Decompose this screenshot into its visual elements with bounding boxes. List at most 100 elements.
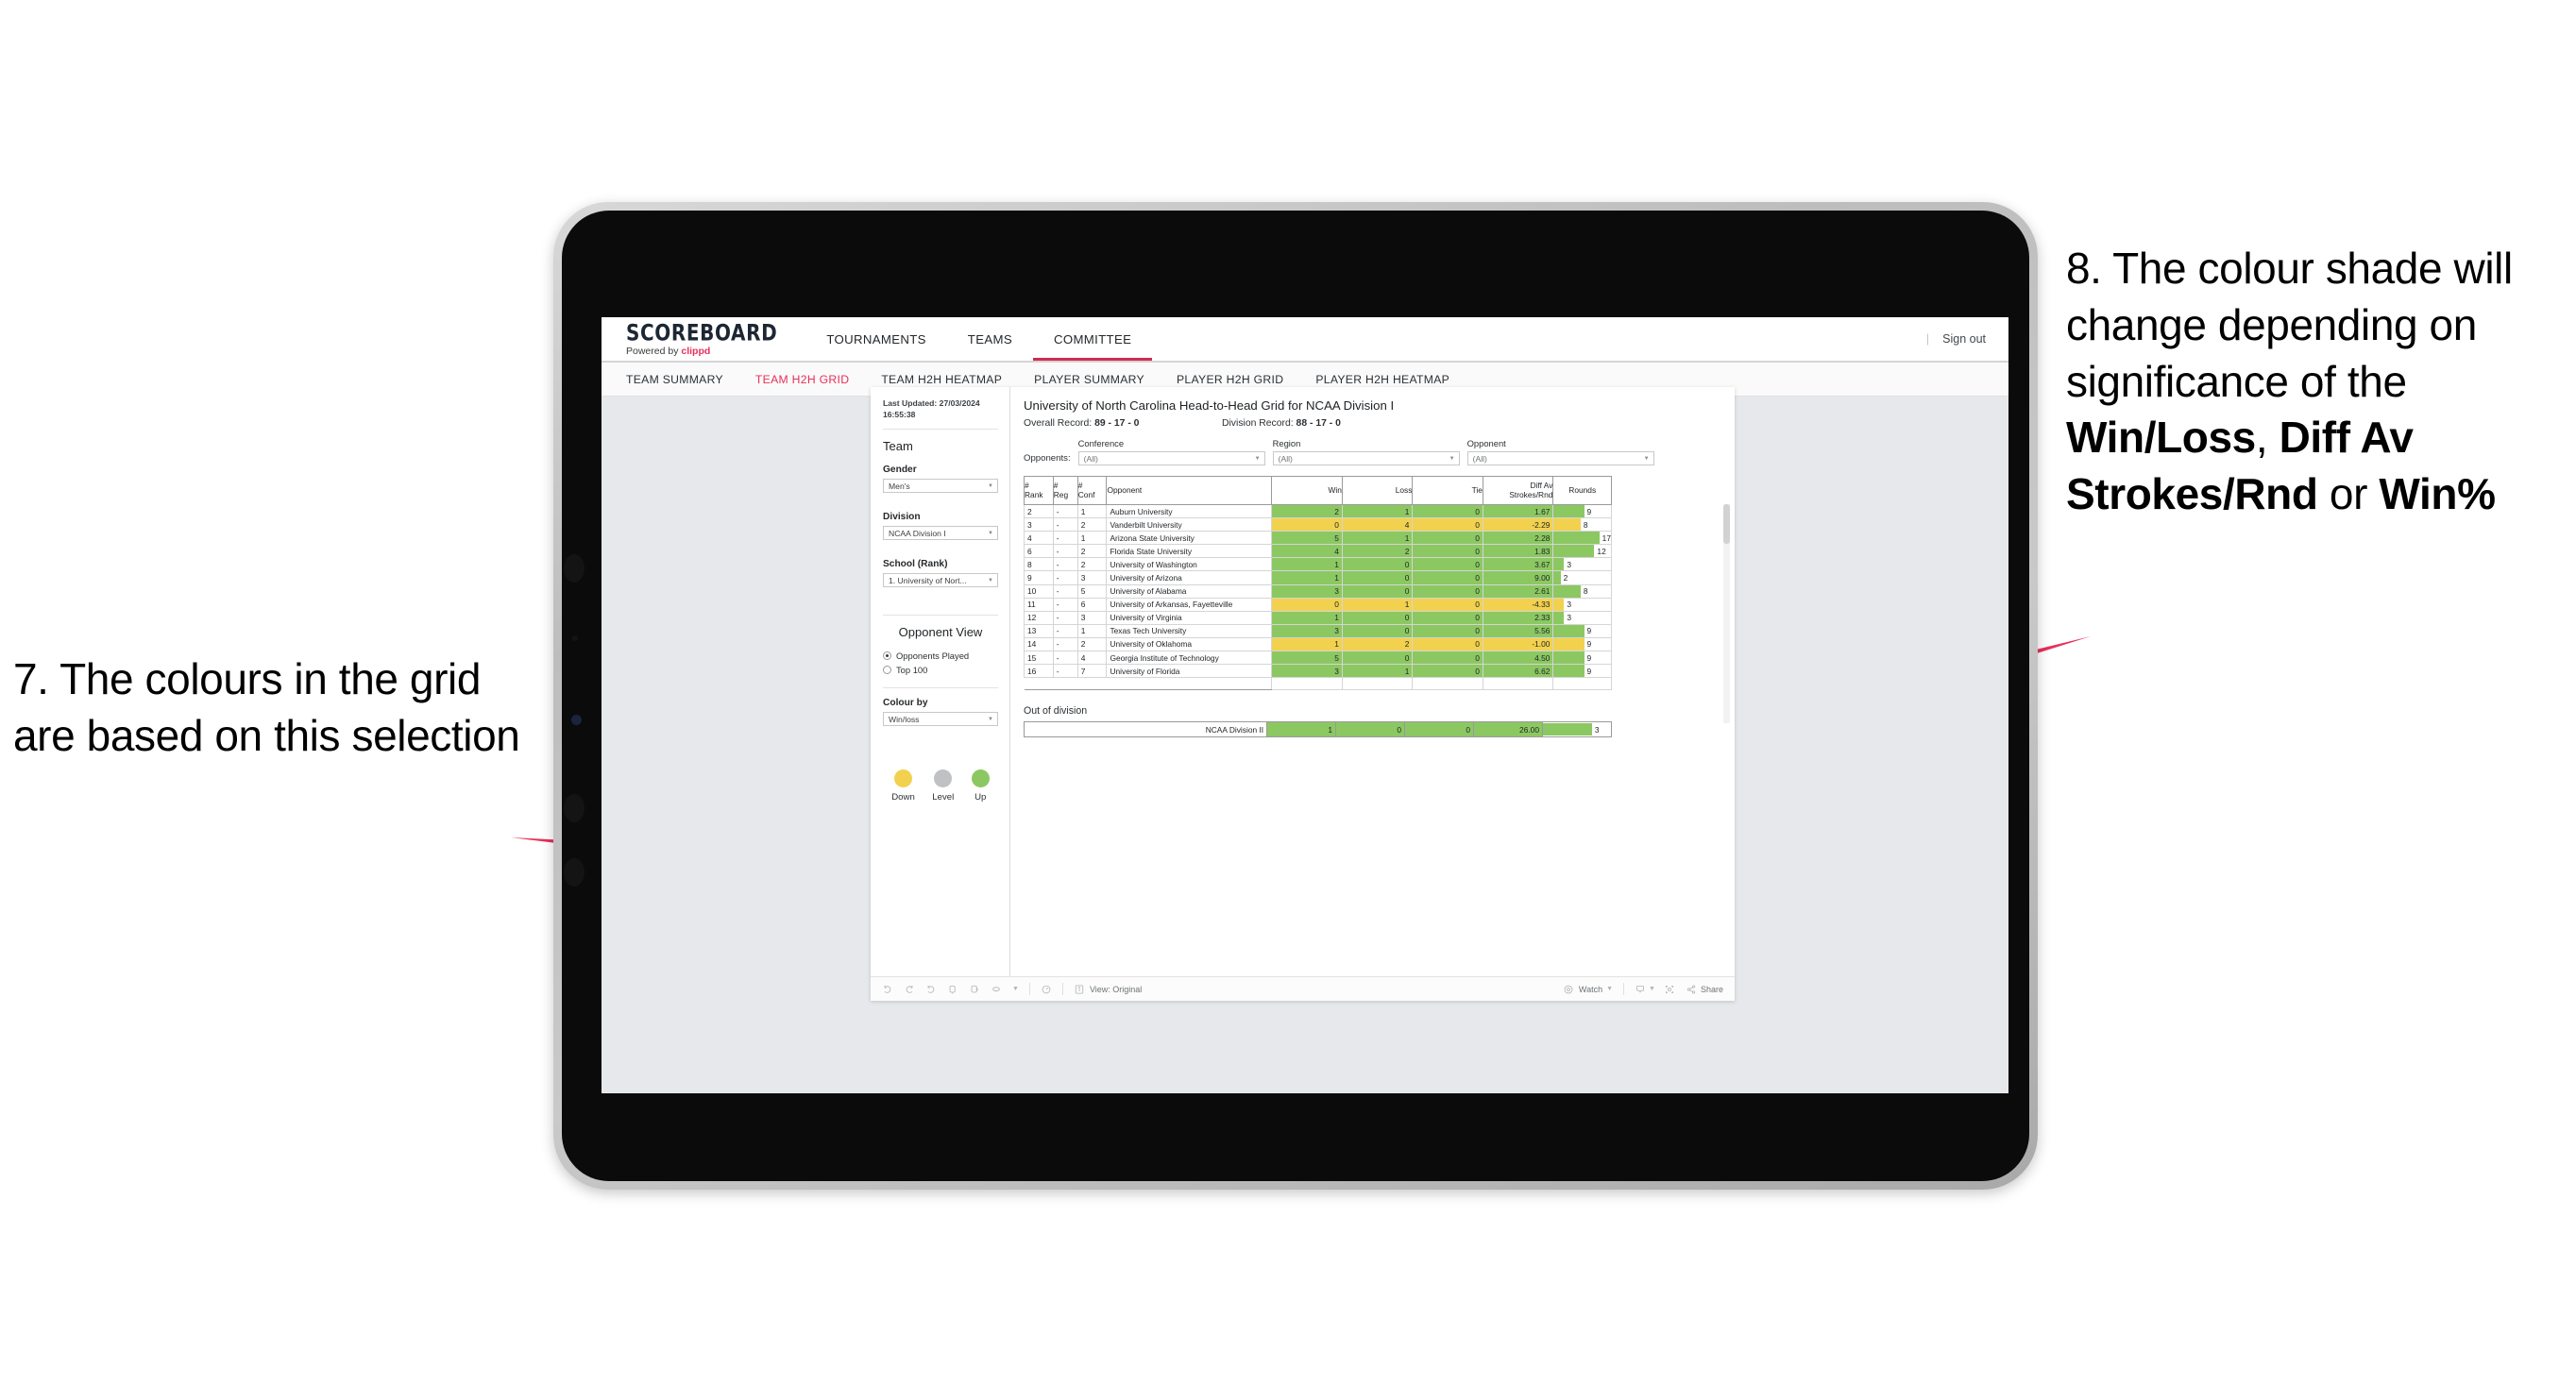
cell-diff: -1.00 xyxy=(1482,636,1554,652)
rounds-bar: 3 xyxy=(1553,598,1611,611)
table-row[interactable]: 3-2 Vanderbilt University 0 4 0 -2.29 8 xyxy=(1024,517,1612,532)
team-heading: Team xyxy=(883,439,913,454)
cell-loss: 0 xyxy=(1341,570,1414,585)
undo-arrow-icon[interactable] xyxy=(991,984,1002,995)
cell-tie: 0 xyxy=(1412,531,1483,546)
last-updated-date: Last Updated: 27/03/2024 xyxy=(883,398,980,408)
col-header-win[interactable]: Win xyxy=(1271,476,1343,505)
gender-select[interactable]: Men's ▼ xyxy=(883,479,998,494)
cell-loss: 0 xyxy=(1341,557,1414,572)
school-select[interactable]: 1. University of Nort... ▼ xyxy=(883,573,998,588)
radio-opponents-played[interactable]: Opponents Played xyxy=(883,651,998,661)
division-select[interactable]: NCAA Division I ▼ xyxy=(883,526,998,541)
ood-loss: 0 xyxy=(1335,721,1406,738)
share-label[interactable]: Share xyxy=(1701,985,1723,994)
toolbar-divider-2 xyxy=(1061,983,1063,995)
table-row[interactable]: 10-5 University of Alabama 3 0 0 2.61 8 xyxy=(1024,583,1612,599)
cell-rounds: 12 xyxy=(1552,544,1612,559)
subnav-player-h2h-grid[interactable]: PLAYER H2H GRID xyxy=(1177,373,1283,386)
cell-conf: 2 xyxy=(1076,557,1108,572)
cell-rounds: 3 xyxy=(1552,597,1612,612)
col-header-loss[interactable]: Loss xyxy=(1341,476,1414,505)
rounds-bar: 3 xyxy=(1553,611,1611,624)
subnav-team-h2h-grid[interactable]: TEAM H2H GRID xyxy=(755,373,849,386)
division-record: Division Record: 88 - 17 - 0 xyxy=(1222,418,1341,429)
subnav-team-h2h-heatmap[interactable]: TEAM H2H HEATMAP xyxy=(881,373,1002,386)
toolbar-divider-3 xyxy=(1623,983,1625,995)
pause-auto-updates-icon[interactable] xyxy=(969,984,980,995)
cell-conf: 1 xyxy=(1076,503,1108,519)
col-header-tie[interactable]: Tie xyxy=(1412,476,1483,505)
rounds-bar: 8 xyxy=(1553,518,1611,532)
brand-logo[interactable]: SCOREBOARD Powered by clippd xyxy=(602,321,805,357)
table-row[interactable]: 15-4 Georgia Institute of Technology 5 0 0 4.… xyxy=(1024,651,1612,666)
col-header-conf[interactable]: # Conf xyxy=(1076,476,1108,505)
table-row[interactable]: 11-6 University of Arkansas, Fayetteville… xyxy=(1024,597,1612,612)
chevron-down-icon[interactable]: ▼ xyxy=(1649,986,1655,992)
brand-subtitle: Powered by clippd xyxy=(626,346,777,357)
download-icon[interactable] xyxy=(1635,984,1646,995)
table-row[interactable]: 6-2 Florida State University 4 2 0 1.83 12 xyxy=(1024,544,1612,559)
region-filter-select[interactable]: (All) ▼ xyxy=(1272,451,1460,465)
chevron-down-icon[interactable]: ▼ xyxy=(1606,986,1613,992)
last-updated-time: 16:55:38 xyxy=(883,409,916,419)
redo-icon[interactable] xyxy=(904,984,915,995)
cell-conf: 7 xyxy=(1076,664,1108,679)
h2h-grid-head: # Rank # Reg # Conf Opponent Win Loss Tie D… xyxy=(1024,476,1612,505)
watch-label[interactable]: Watch xyxy=(1579,985,1602,994)
table-row[interactable]: 4-1 Arizona State University 5 1 0 2.28 17 xyxy=(1024,531,1612,546)
opponent-filter: Opponent (All) ▼ xyxy=(1466,438,1654,465)
chevron-down-icon: ▼ xyxy=(988,577,993,583)
col-header-rank[interactable]: # Rank xyxy=(1024,476,1054,505)
cell-diff: -2.29 xyxy=(1482,517,1554,532)
revert-icon[interactable] xyxy=(925,984,937,995)
chevron-down-icon[interactable]: ▼ xyxy=(1012,986,1019,992)
col-header-opponent[interactable]: Opponent xyxy=(1106,476,1273,505)
radio-top-100[interactable]: Top 100 xyxy=(883,665,998,675)
view-icon[interactable] xyxy=(1074,984,1085,995)
fullscreen-icon[interactable] xyxy=(1664,984,1675,995)
radio-icon xyxy=(883,666,891,675)
table-row[interactable]: 8-2 University of Washington 1 0 0 3.67 3 xyxy=(1024,557,1612,572)
cell-opponent: University of Alabama xyxy=(1106,583,1273,599)
opponent-filter-select[interactable]: (All) ▼ xyxy=(1466,451,1654,465)
cell-diff: 4.50 xyxy=(1482,651,1554,666)
rounds-bar-fill xyxy=(1553,584,1581,598)
col-header-diff-av-strokes[interactable]: Diff Av Strokes/Rnd xyxy=(1482,476,1554,505)
cell-tie: 0 xyxy=(1412,623,1483,638)
col-header-rounds[interactable]: Rounds xyxy=(1552,476,1612,505)
subnav-player-summary[interactable]: PLAYER SUMMARY xyxy=(1034,373,1144,386)
conference-filter-select[interactable]: (All) ▼ xyxy=(1077,451,1265,465)
table-row[interactable]: 9-3 University of Arizona 1 0 0 9.00 2 xyxy=(1024,570,1612,585)
col-header-reg[interactable]: # Reg xyxy=(1052,476,1078,505)
nav-tab-committee[interactable]: COMMITTEE xyxy=(1033,317,1152,361)
grid-scrollbar-track[interactable] xyxy=(1723,504,1730,723)
table-row[interactable]: 12-3 University of Virginia 1 0 0 2.33 3 xyxy=(1024,610,1612,625)
nav-tab-teams[interactable]: TEAMS xyxy=(947,317,1033,361)
legend-dot-level xyxy=(934,769,953,788)
watch-icon[interactable] xyxy=(1563,984,1574,995)
out-of-division-title: Out of division xyxy=(1024,705,1088,718)
undo-icon[interactable] xyxy=(882,984,893,995)
nav-tab-tournaments[interactable]: TOURNAMENTS xyxy=(805,317,946,361)
subnav-player-h2h-heatmap[interactable]: PLAYER H2H HEATMAP xyxy=(1315,373,1449,386)
bezel-mark-4 xyxy=(564,794,585,822)
colour-by-select[interactable]: Win/loss ▼ xyxy=(883,712,998,727)
table-row[interactable]: NCAA Division II 1 0 0 26.00 3 xyxy=(1023,721,1612,738)
table-row[interactable]: 14-2 University of Oklahoma 1 2 0 -1.00 9 xyxy=(1024,636,1612,652)
table-row[interactable]: 13-1 Texas Tech University 3 0 0 5.56 9 xyxy=(1024,623,1612,638)
pause-icon[interactable] xyxy=(1041,984,1052,995)
sign-out-link[interactable]: Sign out xyxy=(1942,332,1986,346)
share-icon[interactable] xyxy=(1686,984,1697,995)
table-row[interactable]: 2-1 Auburn University 2 1 0 1.67 9 xyxy=(1024,503,1612,519)
cell-loss: 0 xyxy=(1341,583,1414,599)
cell-loss: 1 xyxy=(1341,531,1414,546)
refresh-data-icon[interactable] xyxy=(947,984,958,995)
legend-label-level: Level xyxy=(932,792,955,803)
subnav-team-summary[interactable]: TEAM SUMMARY xyxy=(626,373,723,386)
table-row[interactable]: 16-7 University of Florida 3 1 0 6.62 9 xyxy=(1024,664,1612,679)
cell-win: 3 xyxy=(1271,583,1343,599)
grid-scrollbar-thumb[interactable] xyxy=(1723,504,1730,544)
view-original-label[interactable]: View: Original xyxy=(1090,985,1142,994)
cell-conf: 2 xyxy=(1076,544,1108,559)
